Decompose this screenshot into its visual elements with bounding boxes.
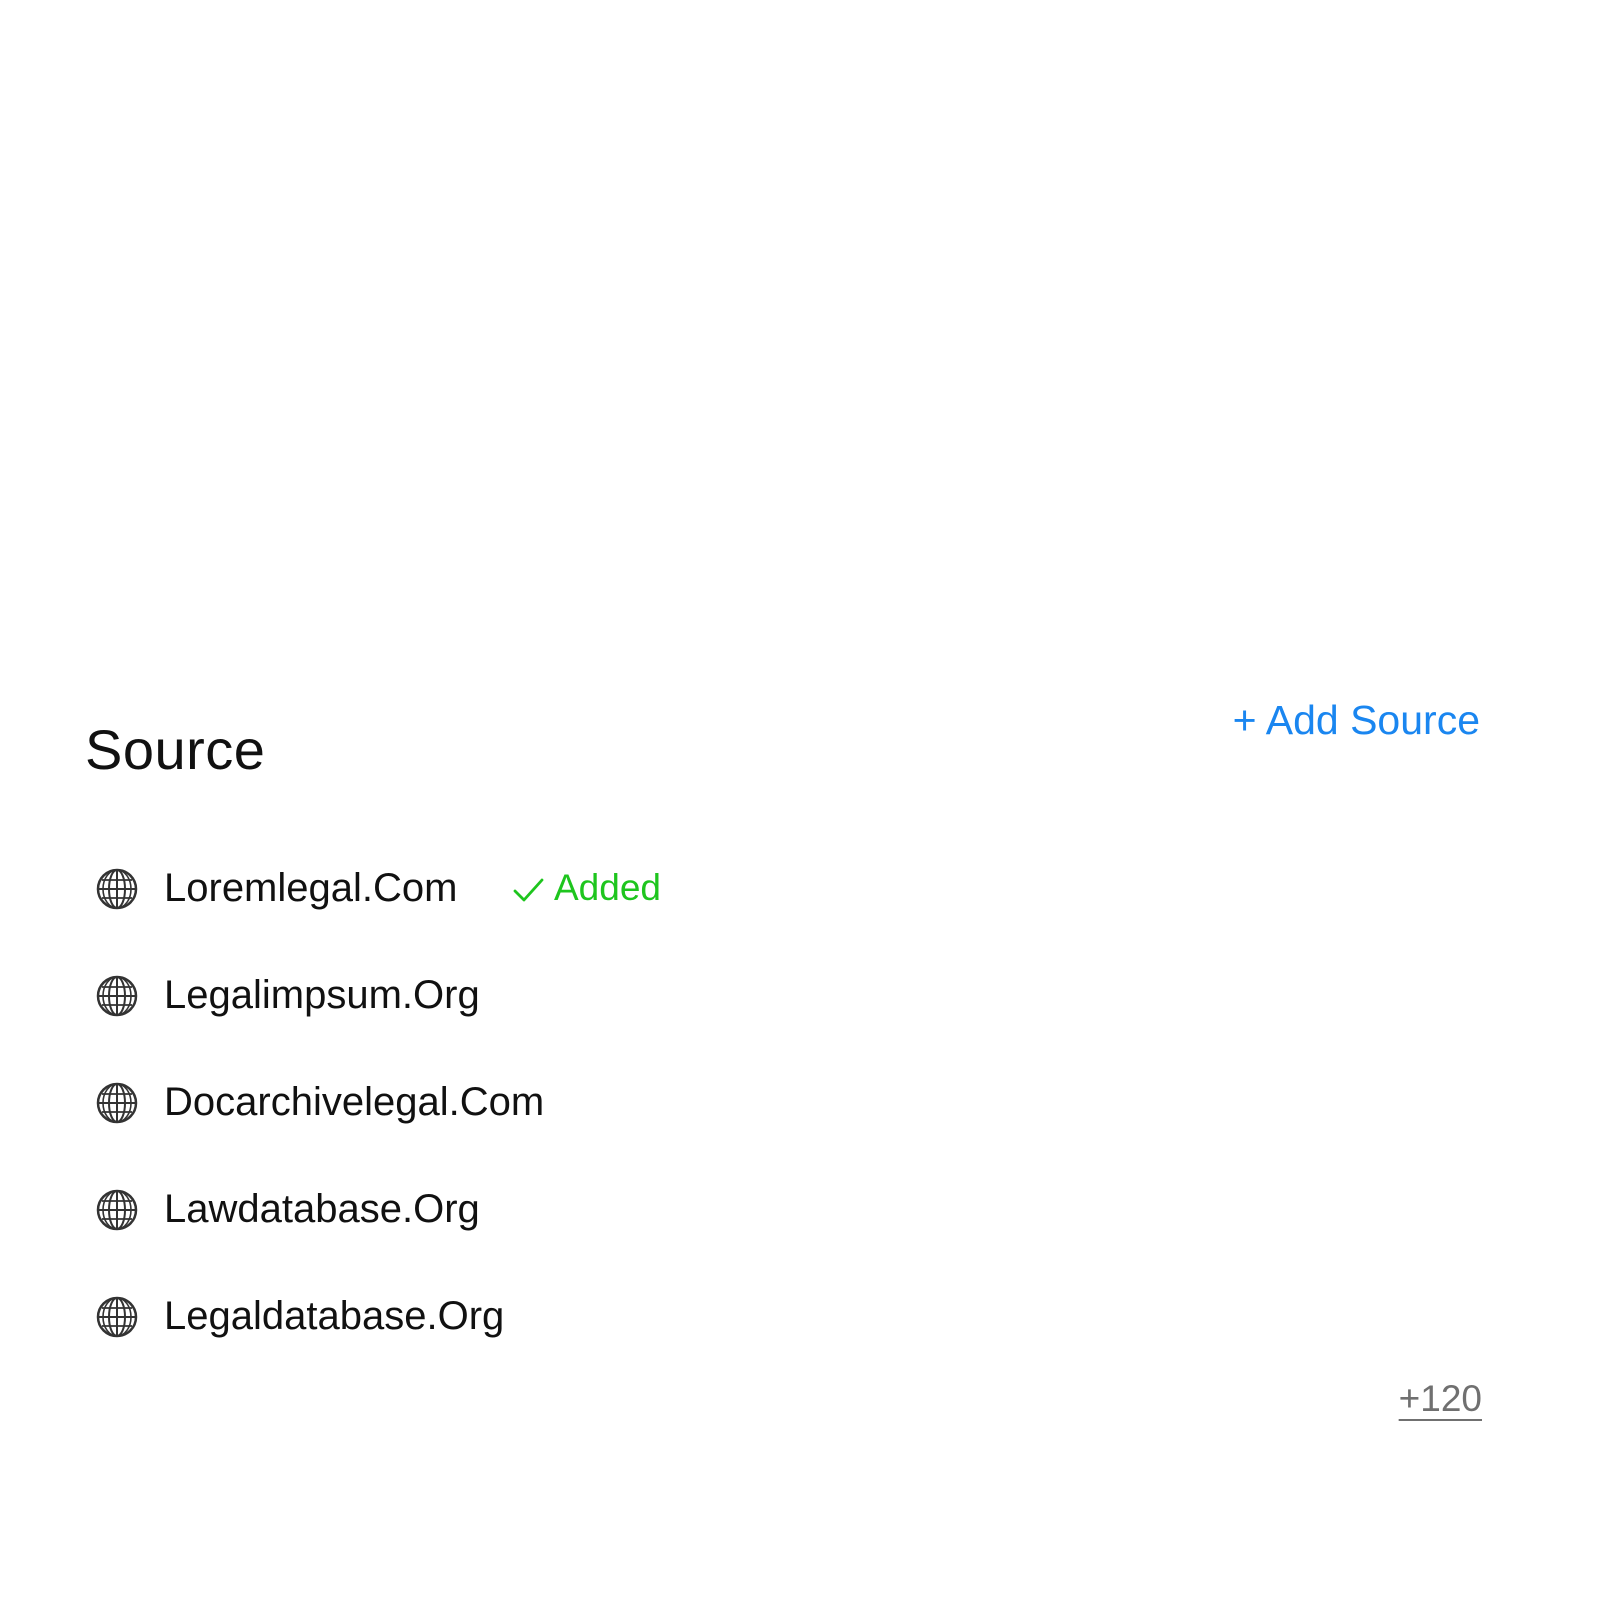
source-item[interactable]: Legalimpsum.Org: [95, 968, 1095, 1075]
added-status-label: Added: [554, 867, 661, 908]
source-item[interactable]: Docarchivelegal.Com: [95, 1075, 1095, 1182]
globe-icon: [96, 1082, 138, 1124]
added-status: Added: [513, 861, 661, 915]
source-item[interactable]: Lawdatabase.Org: [95, 1182, 1095, 1289]
source-name: Docarchivelegal.Com: [164, 1080, 545, 1124]
source-name: Loremlegal.Com: [164, 866, 458, 910]
source-name: Legaldatabase.Org: [164, 1294, 505, 1338]
globe-icon: [96, 1189, 138, 1231]
more-sources-link[interactable]: +120: [1399, 1376, 1482, 1422]
source-panel: Source + Add Source Loremlegal.Com Added: [0, 0, 1600, 1600]
add-source-button[interactable]: + Add Source: [1233, 695, 1480, 745]
source-name: Lawdatabase.Org: [164, 1187, 480, 1231]
globe-icon: [96, 1296, 138, 1338]
source-list: Loremlegal.Com Added Legalimpsum.Org Doc…: [95, 861, 1095, 1396]
source-item[interactable]: Legaldatabase.Org: [95, 1289, 1095, 1396]
source-name: Legalimpsum.Org: [164, 973, 480, 1017]
globe-icon: [96, 868, 138, 910]
check-icon: [513, 878, 544, 902]
globe-icon: [96, 975, 138, 1017]
section-title: Source: [85, 717, 266, 781]
source-item[interactable]: Loremlegal.Com Added: [95, 861, 1095, 968]
